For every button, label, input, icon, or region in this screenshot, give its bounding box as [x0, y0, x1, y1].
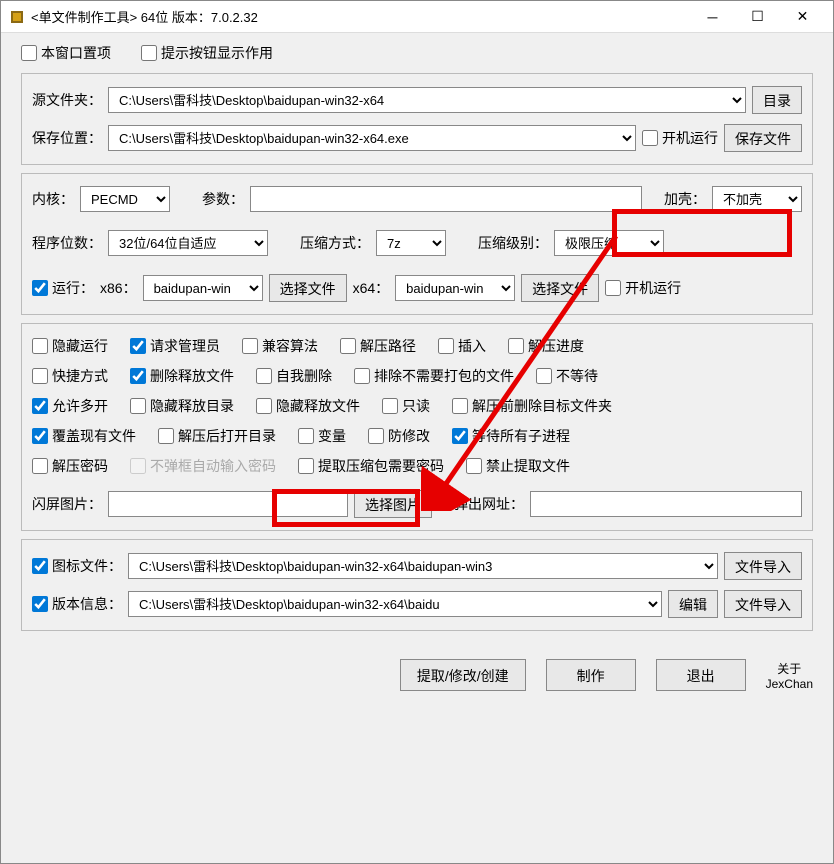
options-panel: 隐藏运行 请求管理员 兼容算法 解压路径 插入 解压进度 快捷方式 删除释放文件… [21, 323, 813, 531]
about-label: 关于 JexChan [766, 660, 813, 691]
level-label: 压缩级别： [478, 233, 548, 253]
param-input[interactable] [250, 186, 642, 212]
variable-checkbox[interactable]: 变量 [298, 426, 346, 446]
exclude-checkbox[interactable]: 排除不需要打包的文件 [354, 366, 514, 386]
shell-select[interactable]: 不加壳 [712, 186, 802, 212]
splash-button[interactable]: 选择图片 [354, 490, 432, 518]
icon-panel: 图标文件： C:\Users\雷科技\Desktop\baidupan-win3… [21, 539, 813, 631]
icon-file-select[interactable]: C:\Users\雷科技\Desktop\baidupan-win32-x64\… [128, 553, 718, 579]
exit-button[interactable]: 退出 [656, 659, 746, 691]
x86-label: x86： [100, 278, 137, 298]
autostart2-checkbox[interactable]: 开机运行 [605, 278, 681, 298]
progress-checkbox[interactable]: 解压进度 [508, 336, 584, 356]
extract-modify-create-button[interactable]: 提取/修改/创建 [400, 659, 526, 691]
run-checkbox[interactable]: 运行： [32, 278, 94, 298]
nowait-checkbox[interactable]: 不等待 [536, 366, 598, 386]
self-delete-checkbox[interactable]: 自我删除 [256, 366, 332, 386]
compat-checkbox[interactable]: 兼容算法 [242, 336, 318, 356]
titlebar: <单文件制作工具> 64位 版本：7.0.2.32 ─ ☐ ✕ [1, 1, 833, 33]
pin-window-checkbox[interactable]: 本窗口置项 [21, 43, 111, 63]
param-label: 参数： [202, 189, 244, 209]
compress-label: 压缩方式： [300, 233, 370, 253]
popup-input[interactable] [530, 491, 802, 517]
x86-select[interactable]: baidupan-win [143, 275, 263, 301]
x86-file-button[interactable]: 选择文件 [269, 274, 347, 302]
browse-folder-button[interactable]: 目录 [752, 86, 802, 114]
icon-file-checkbox[interactable]: 图标文件： [32, 556, 122, 576]
compress-select[interactable]: 7z [376, 230, 446, 256]
hide-dir-checkbox[interactable]: 隐藏释放目录 [130, 396, 234, 416]
kernel-label: 内核： [32, 189, 74, 209]
delete-before-checkbox[interactable]: 解压前删除目标文件夹 [452, 396, 612, 416]
version-select[interactable]: C:\Users\雷科技\Desktop\baidupan-win32-x64\… [128, 591, 662, 617]
version-info-checkbox[interactable]: 版本信息： [32, 594, 122, 614]
minimize-button[interactable]: ─ [690, 2, 735, 32]
bits-label: 程序位数： [32, 233, 102, 253]
bits-select[interactable]: 32位/64位自适应 [108, 230, 268, 256]
hide-run-checkbox[interactable]: 隐藏运行 [32, 336, 108, 356]
no-extract-checkbox[interactable]: 禁止提取文件 [466, 456, 570, 476]
autostart-checkbox[interactable]: 开机运行 [642, 128, 718, 148]
version-import-button[interactable]: 文件导入 [724, 590, 802, 618]
source-folder-select[interactable]: C:\Users\雷科技\Desktop\baidupan-win32-x64 [108, 87, 746, 113]
need-password-checkbox[interactable]: 提取压缩包需要密码 [298, 456, 444, 476]
footer: 提取/修改/创建 制作 退出 关于 JexChan [1, 649, 833, 701]
save-label: 保存位置： [32, 128, 102, 148]
kernel-select[interactable]: PECMD [80, 186, 170, 212]
insert-checkbox[interactable]: 插入 [438, 336, 486, 356]
x64-file-button[interactable]: 选择文件 [521, 274, 599, 302]
close-button[interactable]: ✕ [780, 2, 825, 32]
shell-label: 加壳： [664, 189, 706, 209]
config-panel: 内核： PECMD 参数： 加壳： 不加壳 程序位数： 32位/64位自适应 压… [21, 173, 813, 315]
overwrite-checkbox[interactable]: 覆盖现有文件 [32, 426, 136, 446]
app-icon [9, 9, 25, 25]
x64-label: x64： [353, 278, 390, 298]
save-file-button[interactable]: 保存文件 [724, 124, 802, 152]
source-label: 源文件夹： [32, 90, 102, 110]
hint-checkbox[interactable]: 提示按钮显示作用 [141, 43, 273, 63]
open-after-checkbox[interactable]: 解压后打开目录 [158, 426, 276, 446]
version-edit-button[interactable]: 编辑 [668, 590, 718, 618]
shortcut-checkbox[interactable]: 快捷方式 [32, 366, 108, 386]
popup-label: 弹出网址： [454, 494, 524, 514]
x64-select[interactable]: baidupan-win [395, 275, 515, 301]
save-location-select[interactable]: C:\Users\雷科技\Desktop\baidupan-win32-x64.… [108, 125, 636, 151]
window-title: <单文件制作工具> 64位 版本：7.0.2.32 [31, 7, 690, 26]
icon-import-button[interactable]: 文件导入 [724, 552, 802, 580]
anti-tamper-checkbox[interactable]: 防修改 [368, 426, 430, 446]
splash-label: 闪屏图片： [32, 494, 102, 514]
auto-password-checkbox: 不弹框自动输入密码 [130, 456, 276, 476]
level-select[interactable]: 极限压缩 [554, 230, 664, 256]
multi-open-checkbox[interactable]: 允许多开 [32, 396, 108, 416]
delete-release-checkbox[interactable]: 删除释放文件 [130, 366, 234, 386]
password-checkbox[interactable]: 解压密码 [32, 456, 108, 476]
make-button[interactable]: 制作 [546, 659, 636, 691]
readonly-checkbox[interactable]: 只读 [382, 396, 430, 416]
splash-input[interactable] [108, 491, 348, 517]
source-panel: 源文件夹： C:\Users\雷科技\Desktop\baidupan-win3… [21, 73, 813, 165]
maximize-button[interactable]: ☐ [735, 2, 780, 32]
wait-children-checkbox[interactable]: 等待所有子进程 [452, 426, 570, 446]
extract-path-checkbox[interactable]: 解压路径 [340, 336, 416, 356]
hide-file-checkbox[interactable]: 隐藏释放文件 [256, 396, 360, 416]
admin-checkbox[interactable]: 请求管理员 [130, 336, 220, 356]
